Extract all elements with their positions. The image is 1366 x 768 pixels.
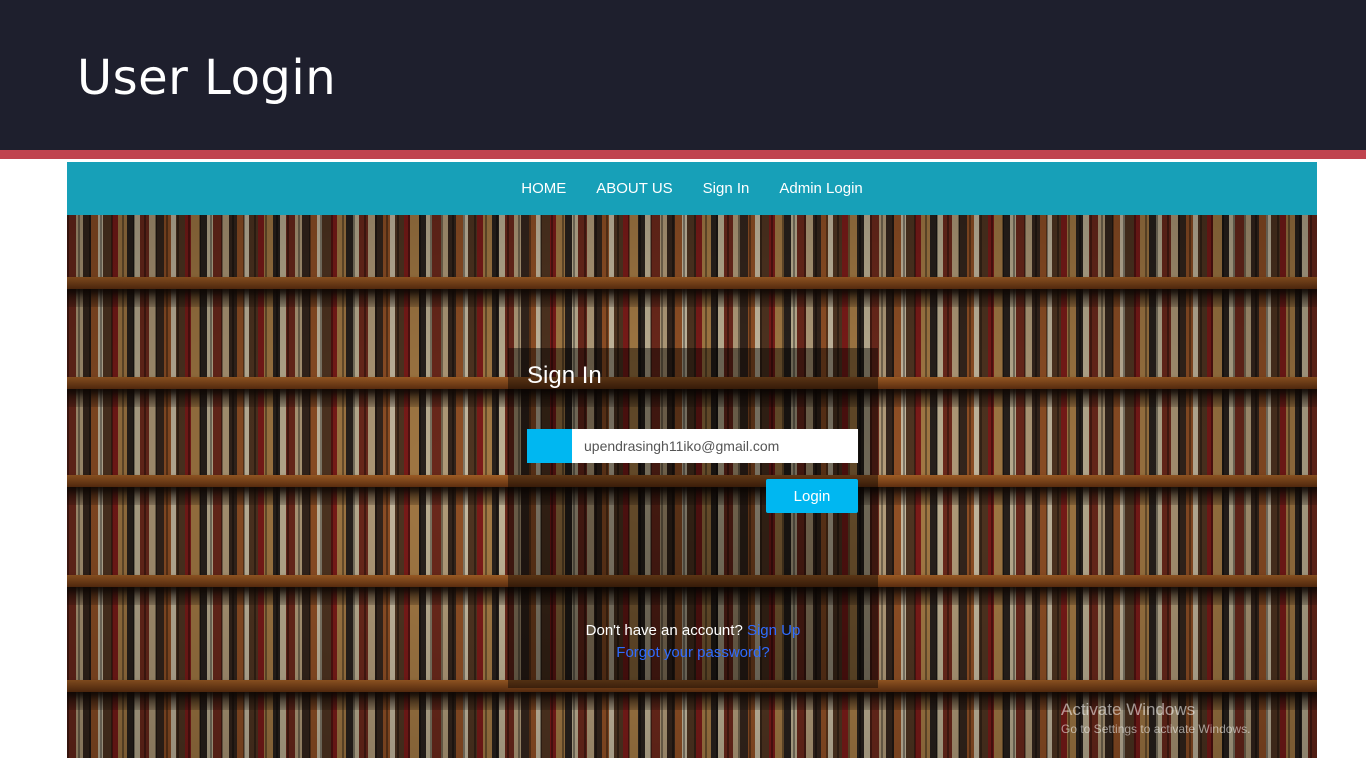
activate-windows-watermark: Activate Windows Go to Settings to activ… <box>1061 700 1250 736</box>
no-account-text: Don't have an account? <box>585 622 743 639</box>
signup-link[interactable]: Sign Up <box>747 622 800 639</box>
login-button[interactable]: Login <box>766 479 858 513</box>
app-screenshot: HOME ABOUT US Sign In Admin Login Sign I… <box>67 162 1317 758</box>
signin-title: Sign In <box>527 362 602 389</box>
nav-about-us[interactable]: ABOUT US <box>596 180 672 197</box>
top-navbar: HOME ABOUT US Sign In Admin Login <box>67 162 1317 215</box>
slide-title: User Login <box>77 50 337 106</box>
nav-home[interactable]: HOME <box>521 180 566 197</box>
nav-admin-login[interactable]: Admin Login <box>779 180 862 197</box>
forgot-password-link[interactable]: Forgot your password? <box>616 644 769 661</box>
nav-sign-in[interactable]: Sign In <box>703 180 750 197</box>
watermark-title: Activate Windows <box>1061 700 1196 719</box>
signin-panel: Sign In Login Don't have an account? Sig… <box>508 348 878 688</box>
slide-header: User Login <box>0 0 1366 150</box>
email-field-group <box>527 429 858 463</box>
email-icon <box>527 429 572 463</box>
signin-footer: Don't have an account? Sign Up Forgot yo… <box>508 620 878 664</box>
watermark-subtitle: Go to Settings to activate Windows. <box>1061 722 1251 736</box>
accent-bar <box>0 150 1366 159</box>
email-field[interactable] <box>572 429 858 463</box>
